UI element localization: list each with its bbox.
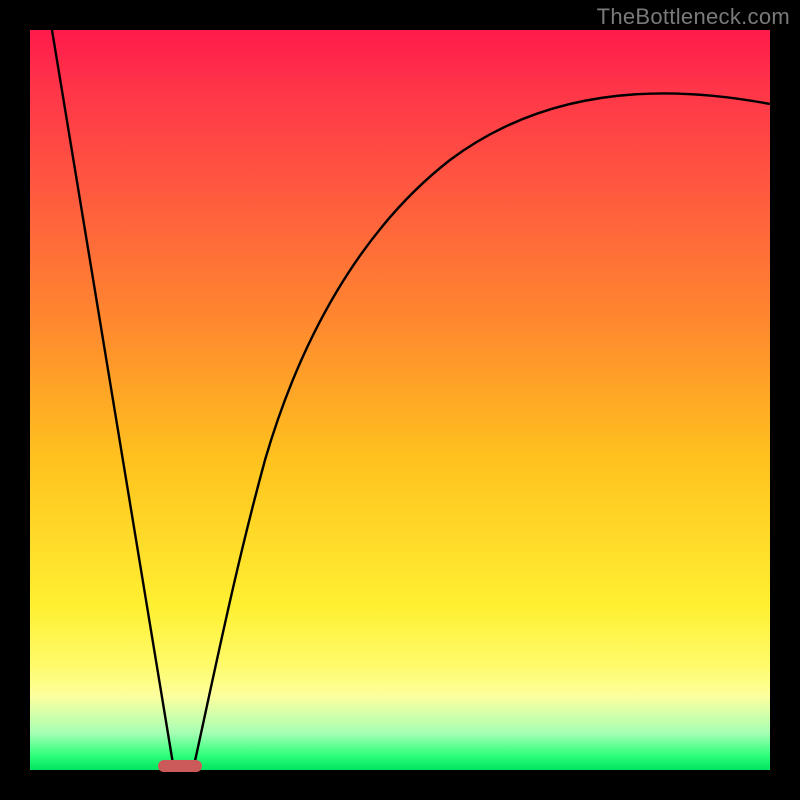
chart-frame: TheBottleneck.com — [0, 0, 800, 800]
watermark-text: TheBottleneck.com — [597, 4, 790, 30]
curve-right-branch — [193, 93, 770, 770]
min-marker — [158, 760, 202, 772]
bottleneck-curve — [30, 30, 770, 770]
curve-left-branch — [52, 30, 174, 770]
plot-area — [30, 30, 770, 770]
